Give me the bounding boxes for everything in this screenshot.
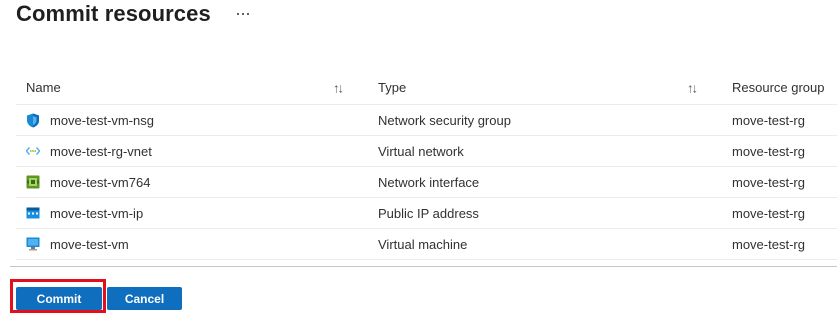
resource-group: move-test-rg bbox=[732, 205, 805, 221]
resource-group: move-test-rg bbox=[732, 112, 805, 128]
resource-name: move-test-vm bbox=[50, 236, 129, 252]
column-header-label: Type bbox=[378, 80, 407, 95]
vnet-icon bbox=[26, 144, 40, 158]
column-header-label: Resource group bbox=[732, 80, 825, 95]
more-options-icon[interactable] bbox=[233, 4, 253, 24]
resource-group: move-test-rg bbox=[732, 143, 805, 159]
commit-button[interactable]: Commit bbox=[16, 287, 102, 310]
resource-type: Virtual network bbox=[378, 143, 464, 159]
table-row[interactable]: move-test-vm-nsg Network security group … bbox=[16, 105, 837, 136]
resource-type: Network interface bbox=[378, 174, 480, 190]
sort-icon[interactable]: ↑↓ bbox=[687, 80, 698, 95]
column-header-name[interactable]: Name ↑↓ bbox=[16, 80, 344, 95]
public-ip-icon bbox=[26, 206, 40, 220]
resource-type: Virtual machine bbox=[378, 236, 468, 252]
column-header-label: Name bbox=[26, 80, 61, 95]
table-header: Name ↑↓ Type ↑↓ Resource group bbox=[16, 71, 837, 105]
table-row[interactable]: move-test-vm Virtual machine move-test-r… bbox=[16, 229, 837, 260]
shield-icon bbox=[26, 113, 40, 127]
page-title: Commit resources bbox=[16, 1, 211, 26]
column-header-type[interactable]: Type ↑↓ bbox=[338, 80, 698, 95]
virtual-machine-icon bbox=[26, 237, 40, 251]
network-interface-icon bbox=[26, 175, 40, 189]
resource-name: move-test-vm-ip bbox=[50, 205, 144, 221]
table-row[interactable]: move-test-vm764 Network interface move-t… bbox=[16, 167, 837, 198]
resource-type: Public IP address bbox=[378, 205, 479, 221]
resource-type: Network security group bbox=[378, 112, 511, 128]
table-row[interactable]: move-test-rg-vnet Virtual network move-t… bbox=[16, 136, 837, 167]
column-header-resource-group[interactable]: Resource group bbox=[692, 80, 837, 95]
table-row[interactable]: move-test-vm-ip Public IP address move-t… bbox=[16, 198, 837, 229]
resource-name: move-test-vm-nsg bbox=[50, 112, 155, 128]
resource-group: move-test-rg bbox=[732, 174, 805, 190]
cancel-button[interactable]: Cancel bbox=[107, 287, 182, 310]
resource-name: move-test-vm764 bbox=[50, 174, 151, 190]
resource-group: move-test-rg bbox=[732, 236, 805, 252]
resources-table: Name ↑↓ Type ↑↓ Resource group move-test… bbox=[16, 71, 837, 260]
resource-name: move-test-rg-vnet bbox=[50, 143, 152, 159]
footer-divider bbox=[10, 266, 837, 267]
page-header: Commit resources bbox=[16, 0, 253, 28]
